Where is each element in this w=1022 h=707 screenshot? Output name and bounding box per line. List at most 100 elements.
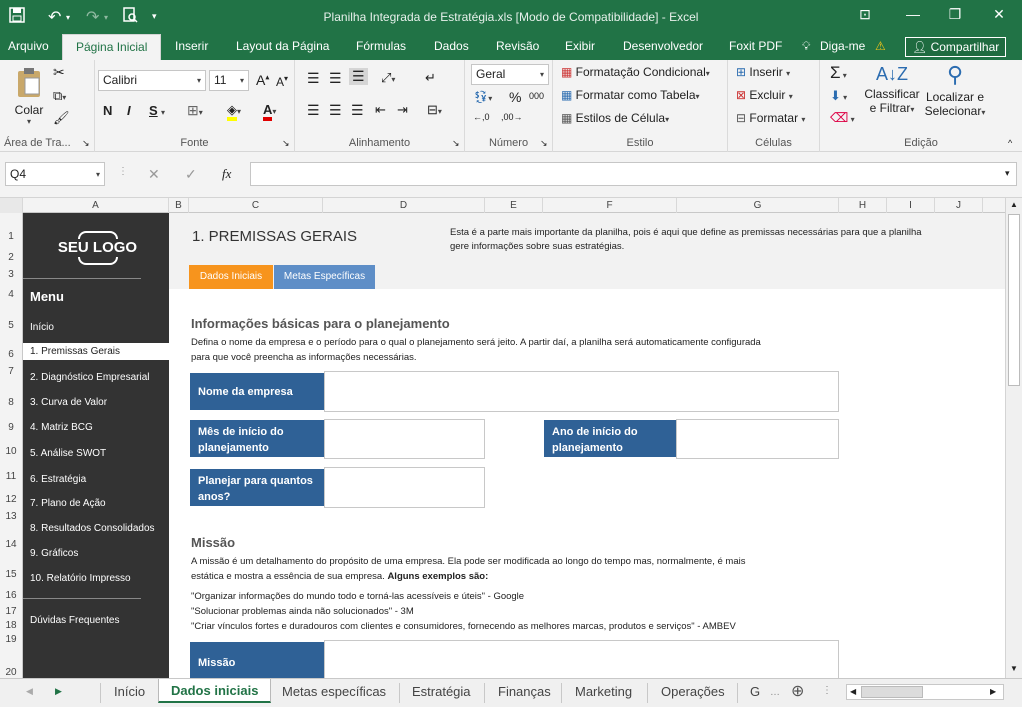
sidebar-item-resultados[interactable]: 8. Resultados Consolidados xyxy=(30,523,155,534)
thousands-icon[interactable]: 000 xyxy=(529,91,544,101)
tab-exibir[interactable]: Exibir xyxy=(565,39,595,53)
scroll-thumb[interactable] xyxy=(1008,214,1020,386)
dialog-launcher-icon[interactable]: ↘ xyxy=(452,138,460,149)
input-ano-inicio[interactable] xyxy=(676,419,839,459)
sidebar-item-premissas[interactable]: 1. Premissas Gerais xyxy=(23,343,169,360)
format-cells-button[interactable]: ⊟ Formatar ▾ xyxy=(736,111,805,125)
formula-input[interactable] xyxy=(250,162,1017,186)
name-box[interactable]: Q4 ▾ xyxy=(5,162,105,186)
sidebar-item-duvidas[interactable]: Dúvidas Frequentes xyxy=(30,615,120,626)
tab-foxit[interactable]: Foxit PDF xyxy=(729,39,782,53)
collapse-ribbon-icon[interactable]: ^ xyxy=(1008,138,1012,148)
add-sheet-icon[interactable]: ⊕ xyxy=(791,681,804,701)
column-header[interactable]: C xyxy=(189,198,323,213)
conditional-formatting-button[interactable]: ▦ Formatação Condicional▾ xyxy=(561,65,710,79)
format-painter-icon[interactable]: 🖌︎ xyxy=(53,110,70,126)
dialog-launcher-icon[interactable]: ↘ xyxy=(82,138,90,149)
find-select-button[interactable]: ⚲ Localizar e Selecionar▾ xyxy=(922,64,988,119)
orientation-icon[interactable]: ⤢▾ xyxy=(381,70,395,86)
close-icon[interactable]: ✕ xyxy=(984,6,1014,26)
row-header[interactable]: 2 xyxy=(0,252,22,263)
tell-me[interactable]: Diga-me xyxy=(820,39,865,53)
clear-icon[interactable]: ⌫ ▾ xyxy=(830,110,855,126)
cancel-icon[interactable]: ✕ xyxy=(148,166,160,183)
sheet-tab-financas[interactable]: Finanças xyxy=(498,684,551,699)
tab-dados[interactable]: Dados xyxy=(434,39,469,53)
underline-button[interactable]: S xyxy=(149,103,158,118)
sidebar-item-plano[interactable]: 7. Plano de Ação xyxy=(30,498,106,509)
align-right-icon[interactable]: ☰ xyxy=(351,102,364,119)
row-header[interactable]: 16 xyxy=(0,590,22,601)
scroll-tabs-right-icon[interactable]: ▶ xyxy=(55,686,62,697)
select-all-corner[interactable] xyxy=(0,198,23,213)
tab-metas-especificas[interactable]: Metas Específicas xyxy=(274,265,375,289)
borders-icon[interactable]: ⊞▾ xyxy=(187,102,203,119)
sort-filter-button[interactable]: A↓Z Classificar e Filtrar▾ xyxy=(864,64,920,115)
expand-formula-icon[interactable]: ▾ xyxy=(1005,168,1010,179)
restore-icon[interactable]: ❐ xyxy=(940,6,970,26)
input-mes-inicio[interactable] xyxy=(324,419,485,459)
dialog-launcher-icon[interactable]: ↘ xyxy=(540,138,548,149)
tab-layout[interactable]: Layout da Página xyxy=(236,39,329,53)
warning-icon[interactable]: ⚠ xyxy=(875,39,886,53)
wrap-text-icon[interactable]: ↵ xyxy=(425,70,436,86)
paste-button[interactable]: Colar ▾ xyxy=(12,66,46,126)
sheet-tab-marketing[interactable]: Marketing xyxy=(575,684,632,699)
sidebar-item-bcg[interactable]: 4. Matriz BCG xyxy=(30,422,93,433)
row-header[interactable]: 8 xyxy=(0,397,22,408)
insert-function-button[interactable]: fx xyxy=(222,166,231,182)
horizontal-scrollbar[interactable]: ◀ ▶ xyxy=(846,684,1004,700)
cell-styles-button[interactable]: ▦ Estilos de Célula▾ xyxy=(561,111,669,125)
font-size-select[interactable]: 11 ▾ xyxy=(209,70,249,91)
row-header[interactable]: 20 xyxy=(0,667,22,678)
column-header[interactable]: F xyxy=(543,198,677,213)
italic-button[interactable]: I xyxy=(127,103,131,118)
column-header[interactable]: D xyxy=(323,198,485,213)
scroll-up-icon[interactable]: ▲ xyxy=(1010,200,1018,209)
fill-color-icon[interactable]: ◈▾ xyxy=(227,102,241,121)
tab-arquivo[interactable]: Arquivo xyxy=(8,39,49,53)
row-header[interactable]: 7 xyxy=(0,366,22,377)
cut-icon[interactable]: ✂ xyxy=(53,64,65,81)
sidebar-item-graficos[interactable]: 9. Gráficos xyxy=(30,548,78,559)
tab-desenvolvedor[interactable]: Desenvolvedor xyxy=(623,39,703,53)
column-header[interactable]: G xyxy=(677,198,839,213)
percent-icon[interactable]: % xyxy=(509,89,521,105)
sidebar-item-swot[interactable]: 5. Análise SWOT xyxy=(30,448,106,459)
scroll-right-icon[interactable]: ▶ xyxy=(990,687,996,696)
tab-dados-iniciais[interactable]: Dados Iniciais xyxy=(189,265,273,289)
h-scroll-thumb[interactable] xyxy=(861,686,923,698)
share-button[interactable]: 👤︎ Compartilhar xyxy=(905,37,1007,57)
increase-decimal-icon[interactable]: ←,0 xyxy=(473,112,490,122)
sidebar-item-estrategia[interactable]: 6. Estratégia xyxy=(30,474,86,485)
font-name-select[interactable]: Calibri ▾ xyxy=(98,70,206,91)
row-header[interactable]: 14 xyxy=(0,539,22,550)
insert-cells-button[interactable]: ⊞ Inserir ▾ xyxy=(736,65,790,79)
row-header[interactable]: 4 xyxy=(0,289,22,300)
enter-icon[interactable]: ✓ xyxy=(185,166,197,183)
sidebar-item-diagnostico[interactable]: 2. Diagnóstico Empresarial xyxy=(30,372,150,383)
sidebar-item-curva[interactable]: 3. Curva de Valor xyxy=(30,397,107,408)
decrease-decimal-icon[interactable]: ,00→ xyxy=(501,112,523,122)
sheet-tab-estrategia[interactable]: Estratégia xyxy=(412,684,471,699)
row-header[interactable]: 17 xyxy=(0,606,22,617)
sheet-tab-inicio[interactable]: Início xyxy=(114,684,145,699)
sheet-tab-metas[interactable]: Metas específicas xyxy=(282,684,386,699)
sheet-tab-operacoes[interactable]: Operações xyxy=(661,684,725,699)
scroll-tabs-left-icon[interactable]: ◀ xyxy=(26,686,33,697)
column-header[interactable]: I xyxy=(887,198,935,213)
align-top-icon[interactable]: ☰ xyxy=(307,70,320,87)
font-color-icon[interactable]: A▾ xyxy=(263,102,276,121)
delete-cells-button[interactable]: ⊠ Excluir ▾ xyxy=(736,88,793,102)
row-header[interactable]: 6 xyxy=(0,349,22,360)
row-header[interactable]: 1 xyxy=(0,231,22,242)
autosum-icon[interactable]: Σ ▾ xyxy=(830,63,847,83)
row-header[interactable]: 3 xyxy=(0,269,22,280)
tab-formulas[interactable]: Fórmulas xyxy=(356,39,406,53)
minimize-icon[interactable]: — xyxy=(898,6,928,26)
scroll-down-icon[interactable]: ▼ xyxy=(1010,664,1018,673)
currency-icon[interactable]: 💱︎▾ xyxy=(473,90,492,104)
column-header[interactable]: H xyxy=(839,198,887,213)
row-header[interactable]: 18 xyxy=(0,620,22,631)
dialog-launcher-icon[interactable]: ↘ xyxy=(282,138,290,149)
